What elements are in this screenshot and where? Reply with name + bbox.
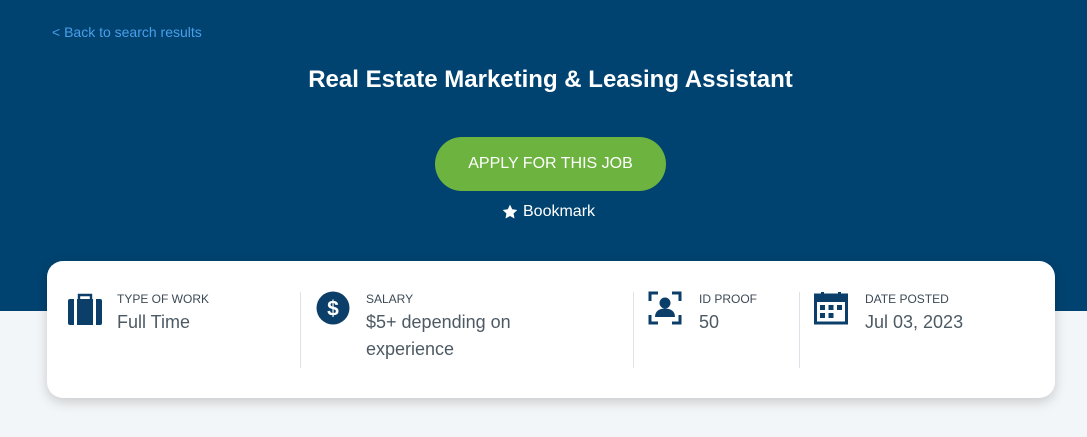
calendar-icon	[814, 292, 848, 325]
detail-salary: $ SALARY $5+ depending on experience	[316, 291, 626, 368]
apply-button[interactable]: APPLY FOR THIS JOB	[435, 137, 666, 191]
detail-type-of-work: TYPE OF WORK Full Time	[67, 291, 297, 368]
detail-label: DATE POSTED	[865, 292, 949, 306]
star-icon	[502, 204, 518, 219]
briefcase-icon	[68, 293, 102, 325]
bookmark-label: Bookmark	[523, 203, 596, 220]
divider	[300, 292, 301, 368]
detail-label: SALARY	[366, 292, 414, 306]
detail-value: 50	[699, 312, 720, 332]
detail-value: Jul 03, 2023	[865, 312, 964, 332]
job-title: Real Estate Marketing & Leasing Assistan…	[308, 66, 793, 93]
detail-label: ID PROOF	[699, 292, 758, 306]
back-to-search-link[interactable]: < Back to search results	[52, 24, 202, 40]
id-proof-icon	[648, 291, 682, 325]
detail-value: Full Time	[117, 312, 191, 332]
job-details-card: TYPE OF WORK Full Time $ SALARY $5+ depe…	[47, 261, 1055, 398]
svg-text:$: $	[327, 298, 339, 321]
detail-value: $5+ depending on experience	[366, 312, 511, 359]
divider	[799, 292, 800, 368]
dollar-icon: $	[316, 291, 350, 325]
detail-id-proof: ID PROOF 50	[648, 291, 798, 368]
detail-label: TYPE OF WORK	[117, 292, 210, 306]
bookmark-button[interactable]: Bookmark	[501, 202, 595, 222]
detail-date-posted: DATE POSTED Jul 03, 2023	[814, 291, 1014, 368]
divider	[633, 292, 634, 368]
